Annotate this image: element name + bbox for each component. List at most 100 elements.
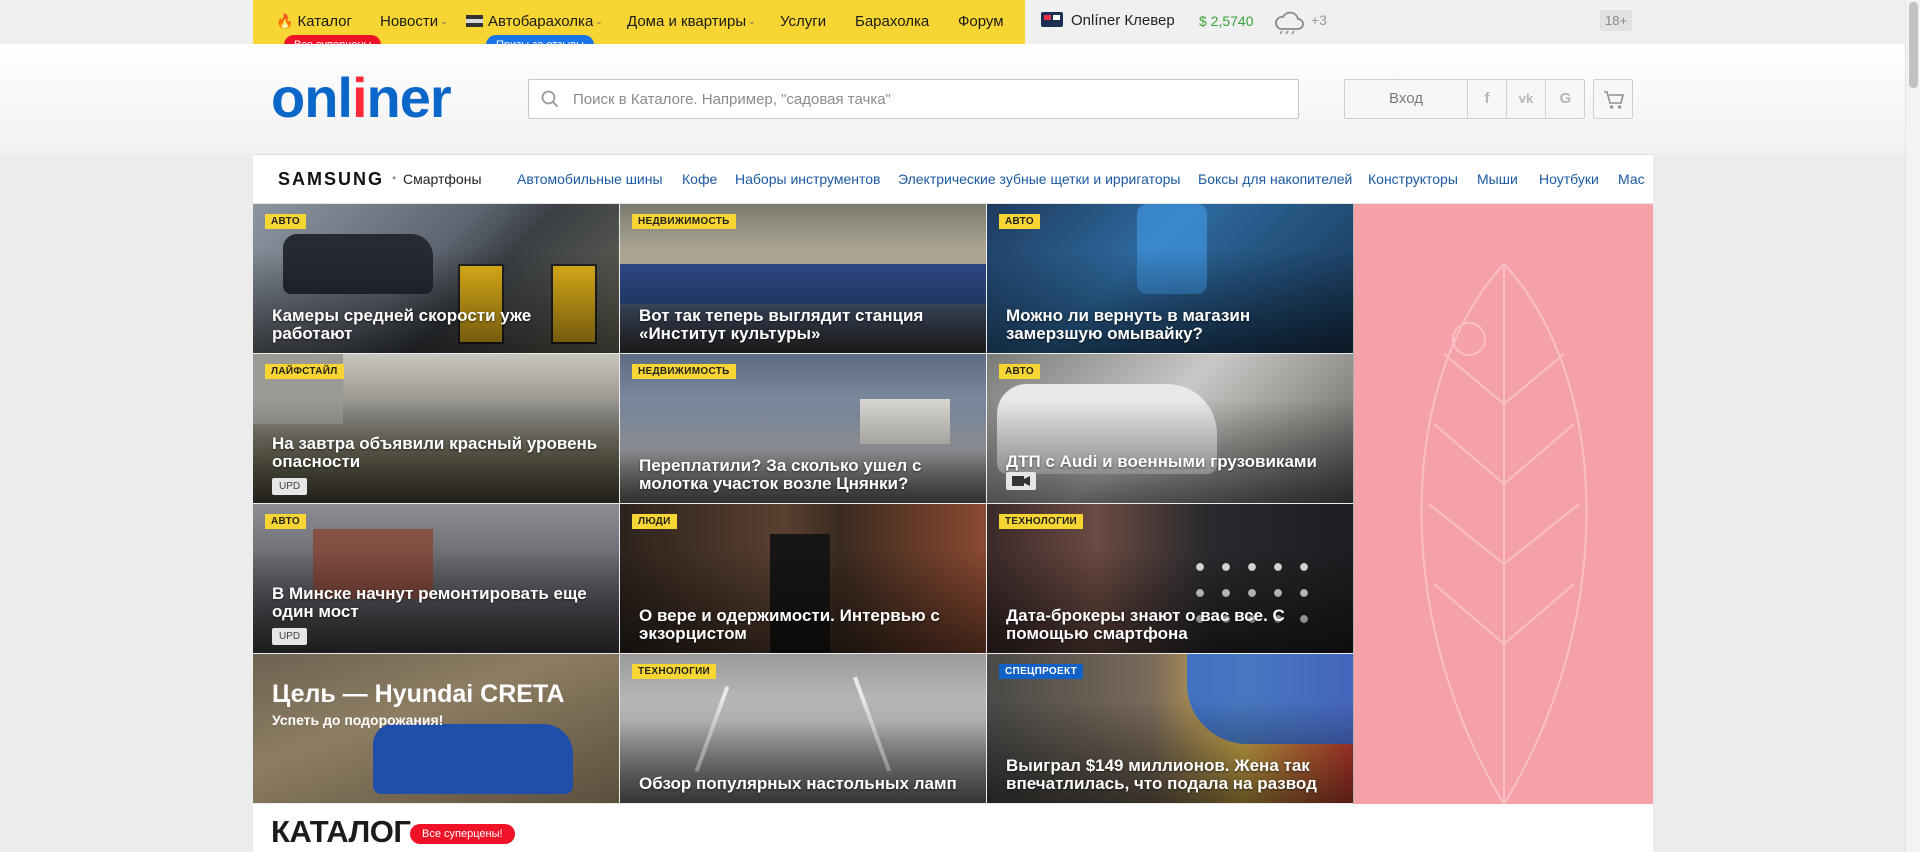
category-tag: Лайфстайл — [265, 364, 344, 379]
category-link[interactable]: Электрические зубные щетки и ирригаторы — [898, 171, 1180, 187]
logo-text-end: ner — [366, 66, 452, 129]
news-title: В Минске начнут ремонтировать еще один м… — [272, 584, 587, 621]
category-link[interactable]: Ноутбуки — [1539, 171, 1599, 187]
update-badge: UPD — [272, 628, 308, 645]
leaf-icon — [1420, 262, 1588, 804]
category-tag: Недвижимость — [632, 214, 736, 229]
category-tag: Авто — [265, 214, 306, 229]
promo-card[interactable]: Цель — Hyundai CRETA Успеть до подорожан… — [253, 654, 619, 803]
nav-news[interactable]: Новости ⌄ — [380, 13, 448, 30]
news-title: Переплатили? За сколько ушел с молотка у… — [639, 456, 922, 493]
news-title: На завтра объявили красный уровень опасн… — [272, 434, 598, 471]
klever-card-icon — [1041, 12, 1063, 27]
vk-login-button[interactable]: vk — [1507, 80, 1546, 118]
news-grid: Авто Камеры средней скорости уже работаю… — [253, 204, 1353, 804]
superprices-pill[interactable]: Все суперцены! — [410, 824, 515, 844]
news-card[interactable]: Технологии Обзор популярных настольных л… — [620, 654, 986, 803]
category-tag: Технологии — [632, 664, 717, 679]
catalog-search[interactable] — [528, 79, 1299, 119]
news-card[interactable]: Люди О вере и одержимости. Интервью с эк… — [620, 504, 986, 653]
category-link[interactable]: Кофе — [682, 171, 717, 187]
category-tag: Авто — [265, 514, 306, 529]
onliner-logo[interactable]: onliner — [271, 65, 452, 130]
news-title: Обзор популярных настольных ламп — [639, 774, 957, 793]
catalog-section: КАТАЛОГ Все суперцены! — [253, 804, 1653, 852]
weather-widget[interactable]: +3 — [1273, 8, 1327, 35]
klever-link[interactable]: Onlíner Клевер — [1041, 12, 1175, 29]
klever-label: Onlíner Клевер — [1071, 12, 1175, 29]
logo-text: onl — [271, 66, 353, 129]
category-link[interactable]: Наборы инструментов — [735, 171, 881, 187]
nav-auto-market-label: Автобарахолка — [488, 13, 594, 30]
category-tag: Технологии — [999, 514, 1084, 529]
news-title: Можно ли вернуть в магазин замерзшую омы… — [1006, 306, 1251, 343]
google-login-button[interactable]: G — [1546, 80, 1585, 118]
catalog-categories-bar: SAMSUNG • Смартфоны Автомобильные шины К… — [253, 154, 1653, 204]
news-title: ДТП с Audi и военными грузовиками — [1006, 452, 1317, 471]
news-card[interactable]: Технологии Дата-брокеры знают о вас все.… — [987, 504, 1353, 653]
cloud-icon — [1275, 11, 1304, 35]
news-card[interactable]: Авто ДТП с Audi и военными грузовиками — [987, 354, 1353, 503]
news-title: Вот так теперь выглядит станция «Институ… — [639, 306, 924, 343]
news-card[interactable]: Лайфстайл На завтра объявили красный уро… — [253, 354, 619, 503]
nav-flea-market[interactable]: Барахолка — [855, 13, 929, 30]
login-button[interactable]: Вход — [1345, 80, 1468, 118]
news-card[interactable]: Авто Камеры средней скорости уже работаю… — [253, 204, 619, 353]
category-tag: Авто — [999, 214, 1040, 229]
cart-icon — [1604, 91, 1625, 109]
google-icon: G — [1559, 90, 1572, 107]
nav-forum[interactable]: Форум — [958, 13, 1004, 30]
age-badge: 18+ — [1600, 10, 1633, 31]
nav-auto-market[interactable]: Автобарахолка ⌄ — [466, 13, 603, 30]
news-card[interactable]: Спецпроект Выиграл $149 миллионов. Жена … — [987, 654, 1353, 803]
promo-title: Цель — Hyundai CRETA — [272, 680, 565, 708]
samsung-logo[interactable]: SAMSUNG — [278, 169, 384, 190]
chevron-down-icon: ⌄ — [748, 16, 756, 26]
logo-accent: i — [351, 66, 368, 129]
category-link[interactable]: Мыши — [1477, 171, 1518, 187]
video-camera-icon — [1006, 472, 1036, 490]
category-link[interactable]: Автомобильные шины — [517, 171, 663, 187]
advertisement-banner[interactable] — [1353, 204, 1653, 804]
category-tag: Спецпроект — [999, 664, 1084, 679]
news-card[interactable]: Авто Можно ли вернуть в магазин замерзшу… — [987, 204, 1353, 353]
flag-icon — [466, 15, 483, 27]
nav-catalog[interactable]: 🔥 Каталог — [276, 13, 352, 30]
category-tag: Люди — [632, 514, 677, 529]
catalog-heading[interactable]: КАТАЛОГ — [271, 814, 411, 850]
news-title: О вере и одержимости. Интервью с экзорци… — [639, 606, 940, 643]
search-icon — [541, 90, 559, 108]
vk-icon: vk — [1518, 91, 1534, 106]
chevron-down-icon: ⌄ — [595, 16, 603, 26]
category-link[interactable]: Конструкторы — [1368, 171, 1458, 187]
auth-box: Вход f vk G — [1344, 79, 1585, 119]
news-card[interactable]: Недвижимость Переплатили? За сколько уше… — [620, 354, 986, 503]
separator-dot: • — [392, 171, 397, 185]
facebook-login-button[interactable]: f — [1468, 80, 1507, 118]
promo-subtitle: Успеть до подорожания! — [272, 712, 444, 728]
facebook-icon: f — [1484, 90, 1490, 107]
cart-button[interactable] — [1593, 79, 1633, 119]
nav-services-label: Услуги — [780, 13, 827, 30]
news-title: Выиграл $149 миллионов. Жена так впечатл… — [1006, 756, 1317, 793]
category-link[interactable]: Боксы для накопителей — [1198, 171, 1352, 187]
nav-news-label: Новости — [380, 13, 439, 30]
search-input[interactable] — [571, 80, 1271, 118]
nav-services[interactable]: Услуги — [780, 13, 826, 30]
nav-realty[interactable]: Дома и квартиры ⌄ — [627, 13, 756, 30]
page-scrollbar[interactable] — [1905, 0, 1920, 852]
news-card[interactable]: Недвижимость Вот так теперь выглядит ста… — [620, 204, 986, 353]
nav-forum-label: Форум — [958, 13, 1004, 30]
nav-flea-market-label: Барахолка — [855, 13, 930, 30]
nav-catalog-label: Каталог — [297, 13, 352, 30]
category-link[interactable]: Мас — [1618, 171, 1645, 187]
news-card[interactable]: Авто В Минске начнут ремонтировать еще о… — [253, 504, 619, 653]
samsung-smartphones-link[interactable]: Смартфоны — [403, 171, 482, 187]
temperature-label: +3 — [1310, 11, 1327, 28]
update-badge: UPD — [272, 478, 308, 495]
currency-rate[interactable]: $ 2,5740 — [1199, 13, 1254, 29]
nav-realty-label: Дома и квартиры — [627, 13, 747, 30]
category-tag: Недвижимость — [632, 364, 736, 379]
top-bar: 🔥 Каталог Новости ⌄ Автобарахолка ⌄ Дома и … — [0, 0, 1920, 55]
scrollbar-thumb[interactable] — [1909, 2, 1918, 88]
